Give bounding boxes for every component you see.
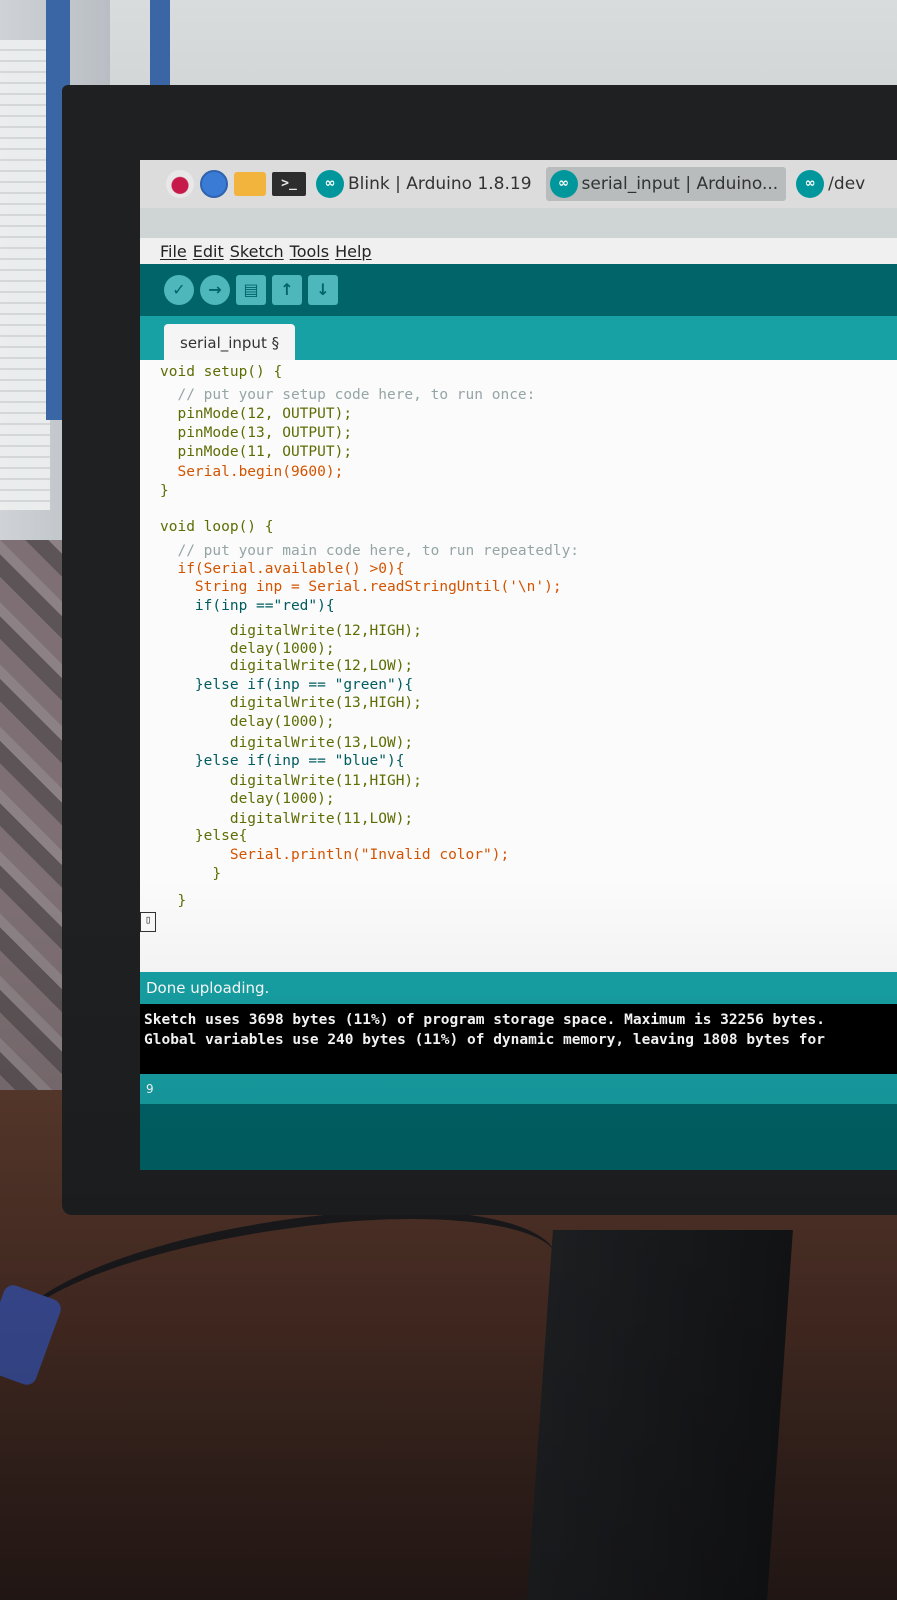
upload-button[interactable]: → [200, 275, 230, 305]
window-title-strip [140, 208, 897, 238]
toolbar: ✓ → ▤ ↑ ↓ [140, 264, 897, 316]
new-sketch-button[interactable]: ▤ [236, 275, 266, 305]
code-line[interactable]: if(Serial.available() >0){ [160, 560, 404, 579]
tab-serial-input[interactable]: serial_input § [164, 324, 296, 360]
code-line[interactable]: delay(1000); [160, 713, 335, 732]
background-papers [0, 40, 50, 510]
arduino-icon: ∞ [549, 170, 578, 198]
code-line[interactable]: void setup() { [160, 363, 282, 382]
code-line[interactable]: Serial.println("Invalid color"); [160, 846, 509, 865]
task-dev[interactable]: ∞ /dev [792, 167, 873, 201]
browser-icon[interactable] [200, 170, 228, 198]
background-cloth [0, 540, 70, 1100]
code-line[interactable]: if(inp =="red"){ [160, 597, 335, 616]
code-line[interactable]: }else if(inp == "green"){ [160, 676, 413, 695]
save-button[interactable]: ↓ [308, 275, 338, 305]
menu-file[interactable]: File [160, 242, 187, 261]
code-line[interactable]: } [160, 892, 186, 911]
arduino-icon: ∞ [316, 170, 344, 198]
task-serial-input[interactable]: ∞ serial_input | Arduino... [545, 167, 787, 201]
task-blink-label: Blink | Arduino 1.8.19 [348, 174, 532, 194]
window-bottom [140, 1104, 897, 1170]
code-line[interactable]: }else if(inp == "blue"){ [160, 752, 405, 771]
code-line[interactable]: digitalWrite(11,HIGH); [160, 772, 422, 791]
code-editor[interactable]: ▯ void setup() { // put your setup code … [140, 360, 897, 972]
verify-button[interactable]: ✓ [164, 275, 194, 305]
terminal-icon[interactable]: >_ [272, 172, 306, 196]
caret-marker: ▯ [140, 912, 156, 932]
monitor-screen: >_ ∞ Blink | Arduino 1.8.19 ∞ serial_inp… [140, 160, 897, 1170]
console-line: Sketch uses 3698 bytes (11%) of program … [144, 1012, 825, 1028]
code-line[interactable]: pinMode(13, OUTPUT); [160, 424, 352, 443]
taskbar: >_ ∞ Blink | Arduino 1.8.19 ∞ serial_inp… [140, 160, 897, 208]
console-line: Global variables use 240 bytes (11%) of … [144, 1032, 825, 1048]
code-line[interactable]: void loop() { [160, 518, 274, 537]
background-blue-rail-2 [150, 0, 170, 95]
task-serial-input-label: serial_input | Arduino... [581, 174, 779, 194]
code-line[interactable]: digitalWrite(13,HIGH); [160, 694, 422, 713]
status-bar: Done uploading. [140, 972, 897, 1004]
open-button[interactable]: ↑ [272, 275, 302, 305]
task-blink[interactable]: ∞ Blink | Arduino 1.8.19 [312, 167, 540, 201]
file-manager-icon[interactable] [234, 172, 266, 196]
monitor-stand [527, 1230, 793, 1600]
code-line[interactable]: Serial.begin(9600); [160, 463, 343, 482]
menu-edit[interactable]: Edit [193, 242, 224, 261]
footer-line-number: 9 [140, 1074, 897, 1104]
code-line[interactable]: digitalWrite(12,LOW); [160, 657, 413, 676]
output-console: Sketch uses 3698 bytes (11%) of program … [140, 1004, 897, 1074]
code-line[interactable]: }else{ [160, 827, 247, 846]
code-line[interactable]: // put your setup code here, to run once… [160, 386, 535, 405]
task-dev-label: /dev [828, 174, 866, 194]
tab-bar: serial_input § [140, 316, 897, 360]
code-line[interactable]: delay(1000); [160, 790, 335, 809]
menu-help[interactable]: Help [335, 242, 371, 261]
code-line[interactable]: pinMode(12, OUTPUT); [160, 405, 352, 424]
arduino-icon: ∞ [796, 170, 825, 198]
menu-sketch[interactable]: Sketch [230, 242, 284, 261]
code-line[interactable]: String inp = Serial.readStringUntil('\n'… [160, 578, 562, 597]
menu-bar: File Edit Sketch Tools Help [140, 238, 897, 264]
raspberry-pi-menu-icon[interactable] [166, 170, 194, 198]
code-line[interactable]: digitalWrite(12,HIGH); [160, 622, 422, 641]
code-line[interactable]: pinMode(11, OUTPUT); [160, 443, 352, 462]
code-line[interactable]: } [160, 865, 221, 884]
code-line[interactable]: } [160, 482, 169, 501]
code-line[interactable]: digitalWrite(13,LOW); [160, 734, 413, 753]
menu-tools[interactable]: Tools [290, 242, 329, 261]
code-line[interactable]: // put your main code here, to run repea… [160, 542, 579, 561]
